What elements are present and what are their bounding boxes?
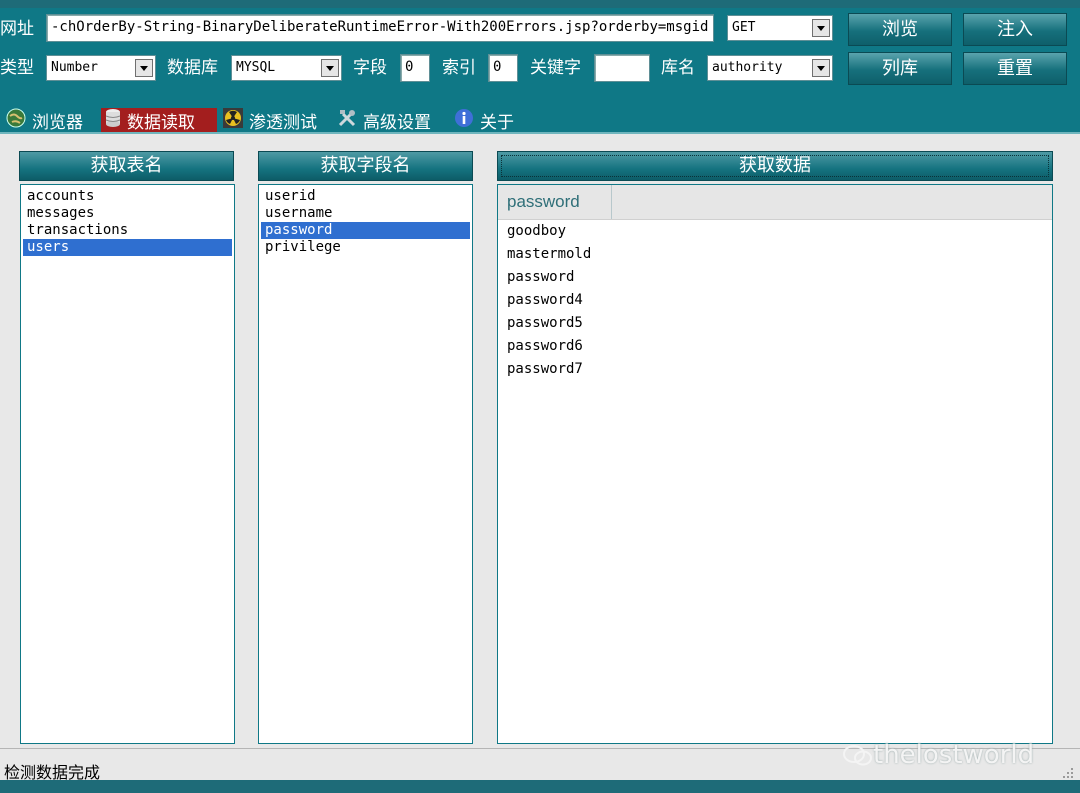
wechat-icon (843, 744, 872, 765)
tab-browser[interactable]: 浏览器 (2, 108, 98, 135)
chevron-down-icon[interactable] (812, 19, 830, 37)
type-select[interactable]: Number (46, 55, 156, 81)
get-data-label: 获取数据 (739, 155, 811, 176)
fields-list[interactable]: userid username password privilege (258, 184, 473, 744)
url-input[interactable]: -chOrderBy-String-BinaryDeliberateRuntim… (46, 14, 714, 42)
field-input[interactable]: 0 (400, 54, 430, 82)
libname-select[interactable]: authority (707, 55, 833, 81)
field-item[interactable]: username (261, 205, 470, 222)
tab-label: 数据读取 (127, 113, 195, 133)
data-row[interactable]: password6 (507, 336, 583, 356)
get-tables-button[interactable]: 获取表名 (19, 151, 234, 181)
chevron-down-icon[interactable] (812, 59, 830, 77)
table-item[interactable]: messages (23, 205, 232, 222)
data-row[interactable]: password7 (507, 359, 583, 379)
index-label: 索引 (442, 58, 476, 78)
tab-advanced-settings[interactable]: 高级设置 (333, 108, 445, 135)
method-value: GET (732, 20, 756, 35)
field-label: 字段 (353, 58, 387, 78)
data-row[interactable]: mastermold (507, 244, 591, 264)
field-item[interactable]: userid (261, 188, 470, 205)
tables-list[interactable]: accounts messages transactions users (20, 184, 235, 744)
data-grid[interactable]: password goodboy mastermold password pas… (497, 184, 1053, 744)
table-item[interactable]: transactions (23, 222, 232, 239)
tools-icon (337, 108, 357, 135)
tab-penetration-test[interactable]: 渗透测试 (219, 108, 331, 135)
chevron-down-icon[interactable] (135, 59, 153, 77)
list-db-button[interactable]: 列库 (848, 52, 952, 85)
index-input[interactable]: 0 (488, 54, 518, 82)
app-window: 网址 -chOrderBy-String-BinaryDeliberateRun… (0, 8, 1080, 789)
watermark-text: thelostworld (873, 740, 1035, 770)
libname-value: authority (712, 60, 783, 75)
database-value: MYSQL (236, 60, 276, 75)
tab-label: 关于 (480, 113, 514, 133)
database-icon (105, 108, 121, 135)
browse-button[interactable]: 浏览 (848, 13, 952, 46)
tab-data-read[interactable]: 数据读取 (101, 108, 217, 135)
window-top-border (0, 0, 1080, 8)
inject-button[interactable]: 注入 (963, 13, 1067, 46)
tab-about[interactable]: 关于 (450, 108, 532, 135)
tab-label: 高级设置 (363, 113, 431, 133)
libname-label: 库名 (661, 58, 695, 78)
data-row[interactable]: password4 (507, 290, 583, 310)
method-select[interactable]: GET (727, 15, 833, 41)
tab-label: 浏览器 (32, 113, 83, 133)
data-row[interactable]: password5 (507, 313, 583, 333)
get-data-button[interactable]: 获取数据 (497, 151, 1053, 181)
keyword-label: 关键字 (530, 58, 581, 78)
database-select[interactable]: MYSQL (231, 55, 342, 81)
data-row[interactable]: goodboy (507, 221, 566, 241)
data-row[interactable]: password (507, 267, 574, 287)
type-label: 类型 (0, 58, 34, 78)
type-value: Number (51, 60, 98, 75)
database-label: 数据库 (167, 58, 218, 78)
info-icon (454, 108, 474, 135)
globe-icon (6, 108, 26, 135)
grid-header: password (498, 185, 1052, 220)
watermark: thelostworld (843, 740, 1034, 770)
field-item[interactable]: privilege (261, 239, 470, 256)
table-item[interactable]: accounts (23, 188, 232, 205)
column-header-password[interactable]: password (498, 185, 612, 219)
keyword-input[interactable] (594, 54, 650, 82)
url-label: 网址 (0, 19, 34, 39)
table-item-selected[interactable]: users (23, 239, 232, 256)
field-item-selected[interactable]: password (261, 222, 470, 239)
radiation-icon (223, 108, 243, 135)
resize-grip-icon[interactable] (1060, 765, 1074, 779)
reset-button[interactable]: 重置 (963, 52, 1067, 85)
tab-label: 渗透测试 (249, 113, 317, 133)
chevron-down-icon[interactable] (321, 59, 339, 77)
window-bottom-border (0, 780, 1080, 793)
get-fields-button[interactable]: 获取字段名 (258, 151, 473, 181)
data-read-panel: 获取表名 获取字段名 获取数据 accounts messages transa… (0, 134, 1080, 748)
